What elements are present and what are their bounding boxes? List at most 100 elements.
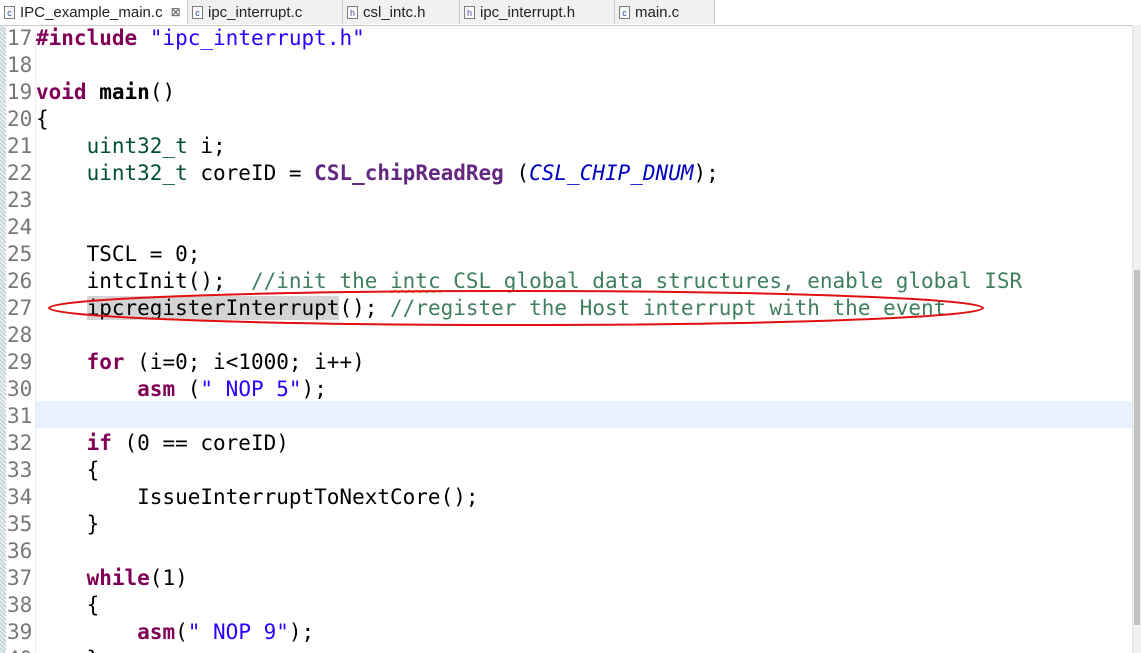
- code-line[interactable]: 17 #include "ipc_interrupt.h": [0, 25, 1130, 52]
- code-token: (): [149, 80, 176, 104]
- code-line[interactable]: 21 uint32_t i;: [0, 133, 1130, 160]
- code-token: for: [86, 350, 125, 374]
- header-file-icon: h: [464, 5, 475, 19]
- tab-ipc-example-main-c[interactable]: c IPC_example_main.c ⊠: [0, 0, 188, 24]
- code-line[interactable]: 33 {: [0, 457, 1130, 484]
- tab-main-c[interactable]: c main.c: [615, 0, 715, 24]
- code-token: ipcregisterInterrupt: [86, 296, 340, 320]
- code-text: }: [36, 511, 100, 538]
- line-number: 24: [7, 215, 33, 239]
- code-token: TSCL = 0;: [36, 242, 201, 266]
- code-token: IssueInterruptToNextCore();: [36, 485, 479, 509]
- code-line[interactable]: 22 uint32_t coreID = CSL_chipReadReg (CS…: [0, 160, 1130, 187]
- code-token: void: [36, 80, 87, 104]
- code-token: (: [503, 161, 530, 185]
- code-text: for (i=0; i<1000; i++): [36, 349, 365, 376]
- code-token: asm: [137, 620, 176, 644]
- code-token: (: [175, 620, 188, 644]
- code-line[interactable]: 30 asm (" NOP 5");: [0, 376, 1130, 403]
- code-token: (0 == coreID): [111, 431, 289, 455]
- code-token: i;: [187, 134, 226, 158]
- tab-label: IPC_example_main.c: [20, 3, 163, 21]
- c-source-file-icon: c: [192, 5, 203, 19]
- code-line[interactable]: 29 for (i=0; i<1000; i++): [0, 349, 1130, 376]
- code-token: );: [693, 161, 719, 185]
- line-number: 39: [7, 620, 33, 644]
- code-token: );: [301, 377, 327, 401]
- scrollbar-thumb[interactable]: [1134, 270, 1140, 625]
- code-line[interactable]: 26 intcInit(); //init the intc CSL globa…: [0, 268, 1130, 295]
- vertical-scrollbar[interactable]: [1132, 25, 1141, 653]
- code-text: void main(): [36, 79, 175, 106]
- code-token: while: [86, 566, 150, 590]
- code-token: ();: [339, 296, 391, 320]
- code-line[interactable]: 32 if (0 == coreID): [0, 430, 1130, 457]
- code-line[interactable]: 24: [0, 214, 1130, 241]
- code-text: {: [36, 592, 100, 619]
- code-text: while(1): [36, 565, 188, 592]
- tab-ipc-interrupt-c[interactable]: c ipc_interrupt.c: [188, 0, 343, 24]
- code-text: intcInit(); //init the intc CSL global d…: [36, 268, 1023, 295]
- close-tab-icon[interactable]: ⊠: [171, 5, 181, 19]
- tab-csl-intc-h[interactable]: h csl_intc.h: [343, 0, 460, 24]
- code-text: asm(" NOP 9");: [36, 619, 314, 646]
- code-token: asm: [137, 377, 176, 401]
- code-line[interactable]: 18: [0, 52, 1130, 79]
- code-line[interactable]: 20{: [0, 106, 1130, 133]
- code-line[interactable]: 36: [0, 538, 1130, 565]
- code-text: IssueInterruptToNextCore();: [36, 484, 479, 511]
- tab-label: ipc_interrupt.h: [480, 3, 576, 21]
- code-line[interactable]: 37 while(1): [0, 565, 1130, 592]
- code-token: CSL_chipReadReg: [314, 161, 504, 185]
- code-line[interactable]: 27 ipcregisterInterrupt(); //register th…: [0, 295, 1130, 322]
- line-number: 35: [7, 512, 33, 536]
- line-number: 38: [7, 593, 33, 617]
- code-text: uint32_t coreID = CSL_chipReadReg (CSL_C…: [36, 160, 719, 187]
- code-line[interactable]: 35 }: [0, 511, 1130, 538]
- code-token: );: [288, 620, 315, 644]
- code-token: uint32_t: [86, 161, 188, 185]
- code-token: coreID =: [187, 161, 315, 185]
- line-number: 21: [7, 134, 33, 158]
- line-number: 34: [7, 485, 33, 509]
- line-number: 37: [7, 566, 33, 590]
- code-line[interactable]: 31: [0, 403, 1130, 430]
- line-number: 18: [7, 53, 33, 77]
- code-line[interactable]: 38 {: [0, 592, 1130, 619]
- code-line[interactable]: 25 TSCL = 0;: [0, 241, 1130, 268]
- code-text: {: [36, 106, 49, 133]
- code-line[interactable]: 19 void main(): [0, 79, 1130, 106]
- line-number: 25: [7, 242, 33, 266]
- code-token: (: [175, 377, 201, 401]
- line-number: 29: [7, 350, 33, 374]
- line-number: 26: [7, 269, 33, 293]
- code-line[interactable]: 28: [0, 322, 1130, 349]
- line-number: 17: [7, 26, 33, 50]
- line-number: 32: [7, 431, 33, 455]
- code-editor[interactable]: 17 #include "ipc_interrupt.h" 18 19 void mai…: [0, 25, 1141, 653]
- line-number: 31: [7, 404, 33, 428]
- code-line[interactable]: 23: [0, 187, 1130, 214]
- code-token: }: [36, 512, 100, 536]
- editor-tab-bar: c IPC_example_main.c ⊠ c ipc_interrupt.c…: [0, 0, 1141, 26]
- code-token: //register the Host interrupt with the e…: [390, 296, 947, 320]
- line-number: 27: [7, 296, 33, 320]
- code-token: CSL_CHIP_DNUM: [529, 161, 694, 185]
- code-token: uint32_t: [86, 134, 188, 158]
- code-line[interactable]: 34 IssueInterruptToNextCore();: [0, 484, 1130, 511]
- line-number: 33: [7, 458, 33, 482]
- code-token: //init the: [250, 269, 391, 293]
- tab-ipc-interrupt-h[interactable]: h ipc_interrupt.h: [460, 0, 615, 24]
- code-line[interactable]: 39 asm(" NOP 9");: [0, 619, 1130, 646]
- code-text: TSCL = 0;: [36, 241, 201, 268]
- code-text: asm (" NOP 5");: [36, 376, 327, 403]
- code-line[interactable]: 40 }: [0, 646, 1130, 653]
